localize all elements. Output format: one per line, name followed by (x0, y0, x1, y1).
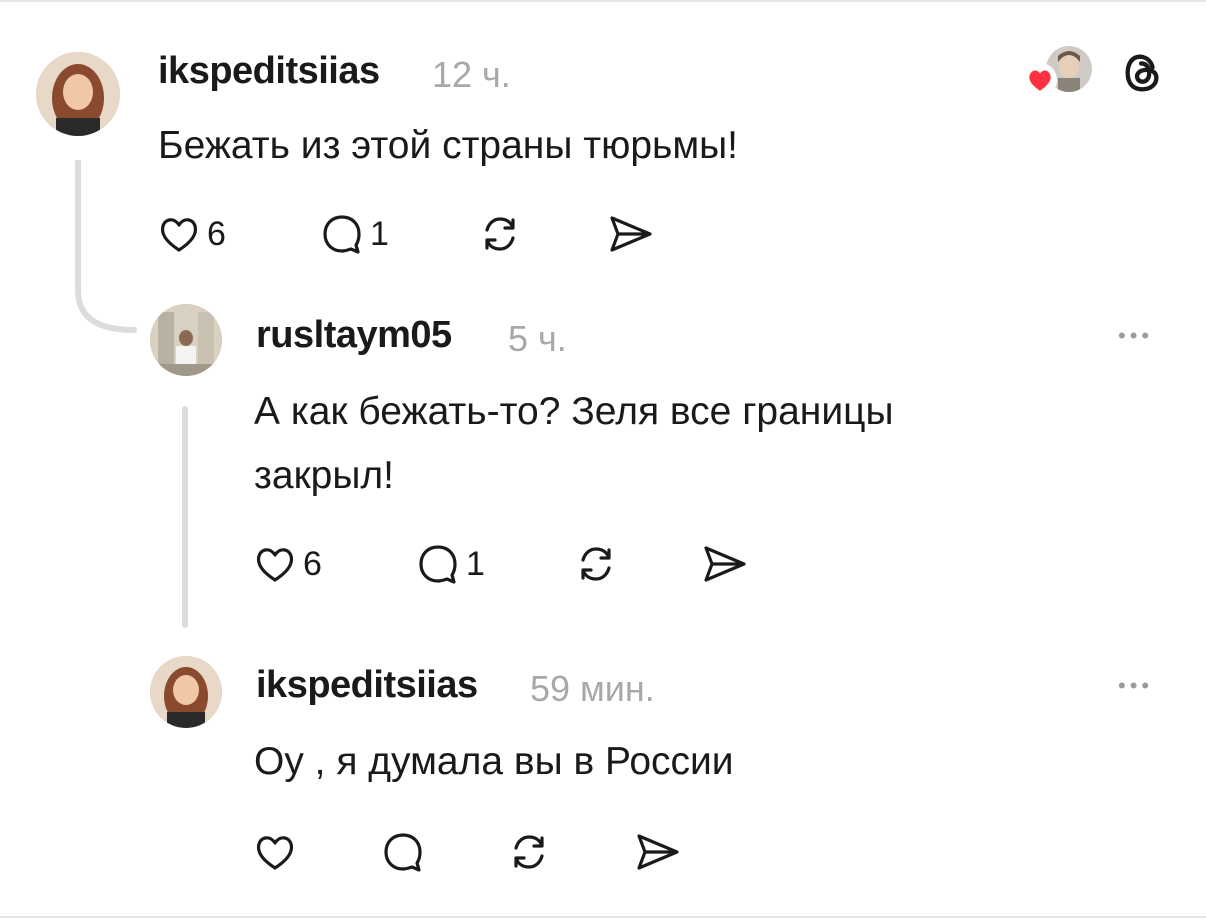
thread-connector (75, 160, 137, 333)
reply-button[interactable]: 1 (416, 542, 485, 586)
reply-button[interactable] (381, 830, 425, 874)
repost-button[interactable] (574, 542, 618, 586)
post-text-line1: А как бежать-то? Зеля все границы (254, 390, 894, 433)
post-text: Бежать из этой страны тюрьмы! (158, 124, 739, 167)
post-username[interactable]: ikspeditsiias (256, 664, 478, 707)
like-count: 6 (207, 214, 226, 253)
heart-icon (256, 548, 294, 582)
avatar[interactable] (150, 656, 222, 728)
reply-button[interactable]: 1 (320, 212, 389, 256)
more-options-button[interactable]: ••• (1118, 325, 1153, 347)
top-divider (0, 0, 1206, 2)
like-button[interactable] (253, 830, 297, 874)
like-button[interactable]: 6 (157, 212, 226, 256)
repost-button[interactable] (478, 212, 522, 256)
like-button[interactable]: 6 (253, 542, 322, 586)
post-username[interactable]: ikspeditsiias (158, 50, 380, 93)
send-icon (610, 216, 652, 252)
share-button[interactable] (606, 212, 654, 256)
send-icon (704, 546, 746, 582)
user-avatar-icon (36, 52, 120, 136)
comment-icon (419, 545, 457, 584)
heart-icon (256, 836, 294, 870)
avatar[interactable] (36, 52, 120, 136)
threads-logo-icon[interactable] (1120, 50, 1166, 96)
reply-count: 1 (466, 544, 485, 583)
liked-heart-badge-icon (1022, 62, 1058, 98)
post-text-line2: закрыл! (254, 454, 394, 497)
comment-icon (384, 833, 422, 872)
comment-icon (323, 215, 361, 254)
post-username[interactable]: rusltaym05 (256, 314, 452, 357)
post-timestamp: 59 мин. (530, 668, 655, 709)
send-icon (637, 834, 679, 870)
thread-line (182, 406, 188, 628)
like-count: 6 (303, 544, 322, 583)
user-avatar-icon (150, 656, 222, 728)
repost-icon (581, 547, 611, 581)
post-text: Оу , я думала вы в России (254, 740, 734, 783)
user-avatar-icon (150, 304, 222, 376)
heart-icon (160, 218, 198, 252)
liked-by-indicator[interactable] (1022, 46, 1092, 98)
bottom-divider (0, 916, 1206, 918)
reply-count: 1 (370, 214, 389, 253)
avatar[interactable] (150, 304, 222, 376)
share-button[interactable] (633, 830, 681, 874)
post-timestamp: 5 ч. (508, 318, 567, 359)
repost-button[interactable] (507, 830, 551, 874)
more-options-button[interactable]: ••• (1118, 675, 1153, 697)
post-timestamp: 12 ч. (432, 54, 511, 95)
repost-icon (485, 217, 515, 251)
share-button[interactable] (700, 542, 748, 586)
repost-icon (514, 835, 544, 869)
